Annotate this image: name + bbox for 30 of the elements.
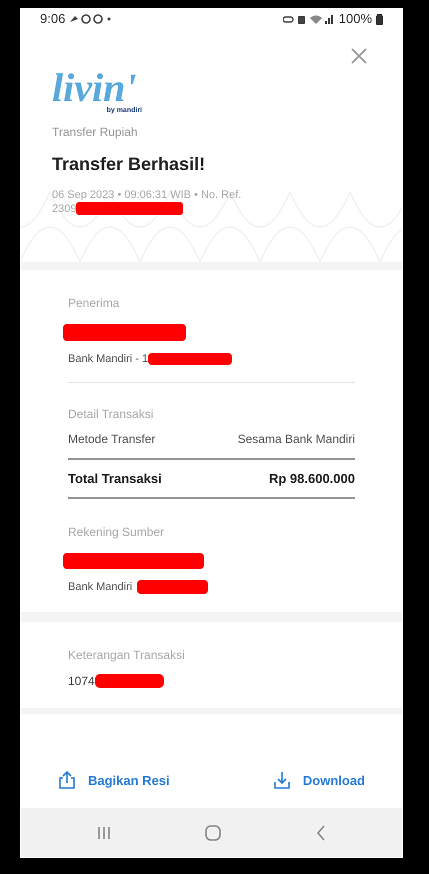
note-text: 1074 <box>68 673 95 690</box>
system-status-icons <box>282 14 335 24</box>
download-button[interactable]: Download <box>272 770 365 790</box>
status-time: 9:06 <box>40 10 66 28</box>
source-bank: Bank Mandiri <box>68 580 132 595</box>
home-button[interactable] <box>205 825 222 841</box>
section-label: Detail Transaksi <box>68 406 154 422</box>
back-button[interactable] <box>316 825 326 841</box>
detail-value: Rp 98.600.000 <box>268 470 355 488</box>
reference-number: 2309 <box>52 202 76 216</box>
logo-wordmark: livin' <box>52 68 136 108</box>
section-label: Penerima <box>68 295 120 312</box>
transaction-meta: 06 Sep 2023 • 09:06:31 WIB • No. Ref. <box>52 188 242 202</box>
battery-percentage: 100% <box>338 10 372 28</box>
download-icon <box>272 771 291 790</box>
share-receipt-button[interactable]: Bagikan Resi <box>58 770 170 790</box>
page-subtitle: Transfer Rupiah <box>52 124 139 140</box>
redaction-bar <box>137 580 208 594</box>
section-label: Rekening Sumber <box>68 524 166 541</box>
notification-icons <box>69 14 112 24</box>
detail-name: Metode Transfer <box>68 430 156 448</box>
recipient-bank: Bank Mandiri - 1 <box>68 352 148 367</box>
page-title: Transfer Berhasil! <box>52 152 206 176</box>
detail-name: Total Transaksi <box>68 470 162 488</box>
detail-value: Sesama Bank Mandiri <box>238 430 355 448</box>
recent-apps-button[interactable] <box>97 826 112 840</box>
share-icon <box>58 771 76 790</box>
redaction-bar <box>94 674 164 688</box>
battery-icon <box>376 14 383 24</box>
section-label: Keterangan Transaksi <box>68 647 186 664</box>
